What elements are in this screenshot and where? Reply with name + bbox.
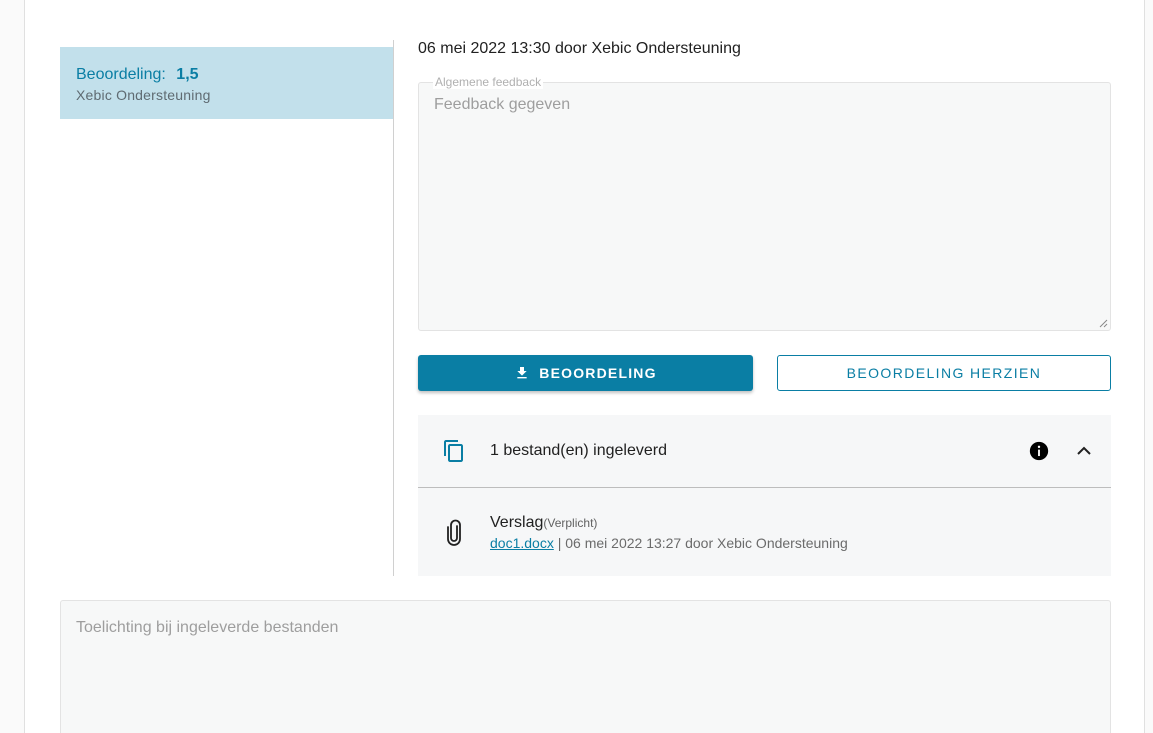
grading-meta: 06 mei 2022 13:30 door Xebic Ondersteuni… (418, 40, 741, 57)
chevron-up-icon[interactable] (1074, 443, 1094, 459)
file-name: Verslag(Verplicht) (490, 514, 597, 532)
file-upload-meta: | 06 mei 2022 13:27 door Xebic Ondersteu… (553, 535, 848, 551)
file-list-item: Verslag(Verplicht) doc1.docx | 06 mei 20… (418, 489, 1111, 576)
file-notes-placeholder: Toelichting bij ingeleverde bestanden (76, 619, 339, 636)
download-grading-button[interactable]: Beoordeling (418, 355, 753, 391)
file-download-link[interactable]: doc1.docx (490, 535, 554, 551)
grade-value: 1,5 (176, 66, 199, 83)
file-detail: doc1.docx | 06 mei 2022 13:27 door Xebic… (490, 535, 848, 551)
resize-handle-icon[interactable] (1098, 318, 1108, 328)
grade-list-item[interactable]: Beoordeling: 1,5 Xebic Ondersteuning (60, 47, 393, 119)
info-icon[interactable] (1028, 440, 1050, 462)
grader-name: Xebic Ondersteuning (76, 87, 211, 103)
download-icon (517, 367, 527, 379)
paperclip-icon (447, 519, 461, 546)
feedback-text: Feedback gegeven (434, 96, 571, 113)
revise-grading-button[interactable]: Beoordeling herzien (777, 355, 1111, 391)
feedback-legend: Algemene feedback (433, 75, 544, 89)
file-required-tag: (Verplicht) (543, 516, 598, 530)
grade-label: Beoordeling: (76, 66, 166, 83)
copy-icon (444, 440, 463, 462)
files-title: 1 bestand(en) ingeleverd (490, 442, 668, 459)
revise-grading-label: Beoordeling herzien (846, 365, 1042, 381)
files-panel-header[interactable]: 1 bestand(en) ingeleverd (418, 415, 1111, 488)
download-grading-label: Beoordeling (539, 365, 657, 381)
grading-card: Beoordeling: 1,5 Xebic Ondersteuning 06 … (24, 0, 1145, 733)
feedback-textarea[interactable]: Algemene feedback Feedback gegeven (418, 75, 1111, 331)
grade-line: Beoordeling: 1,5 (76, 65, 377, 85)
file-title: Verslag (490, 514, 544, 531)
submitted-files-panel: 1 bestand(en) ingeleverd Verslag(Verplic… (418, 415, 1111, 576)
file-notes-textarea[interactable]: Toelichting bij ingeleverde bestanden (60, 600, 1111, 733)
column-divider (393, 40, 394, 576)
